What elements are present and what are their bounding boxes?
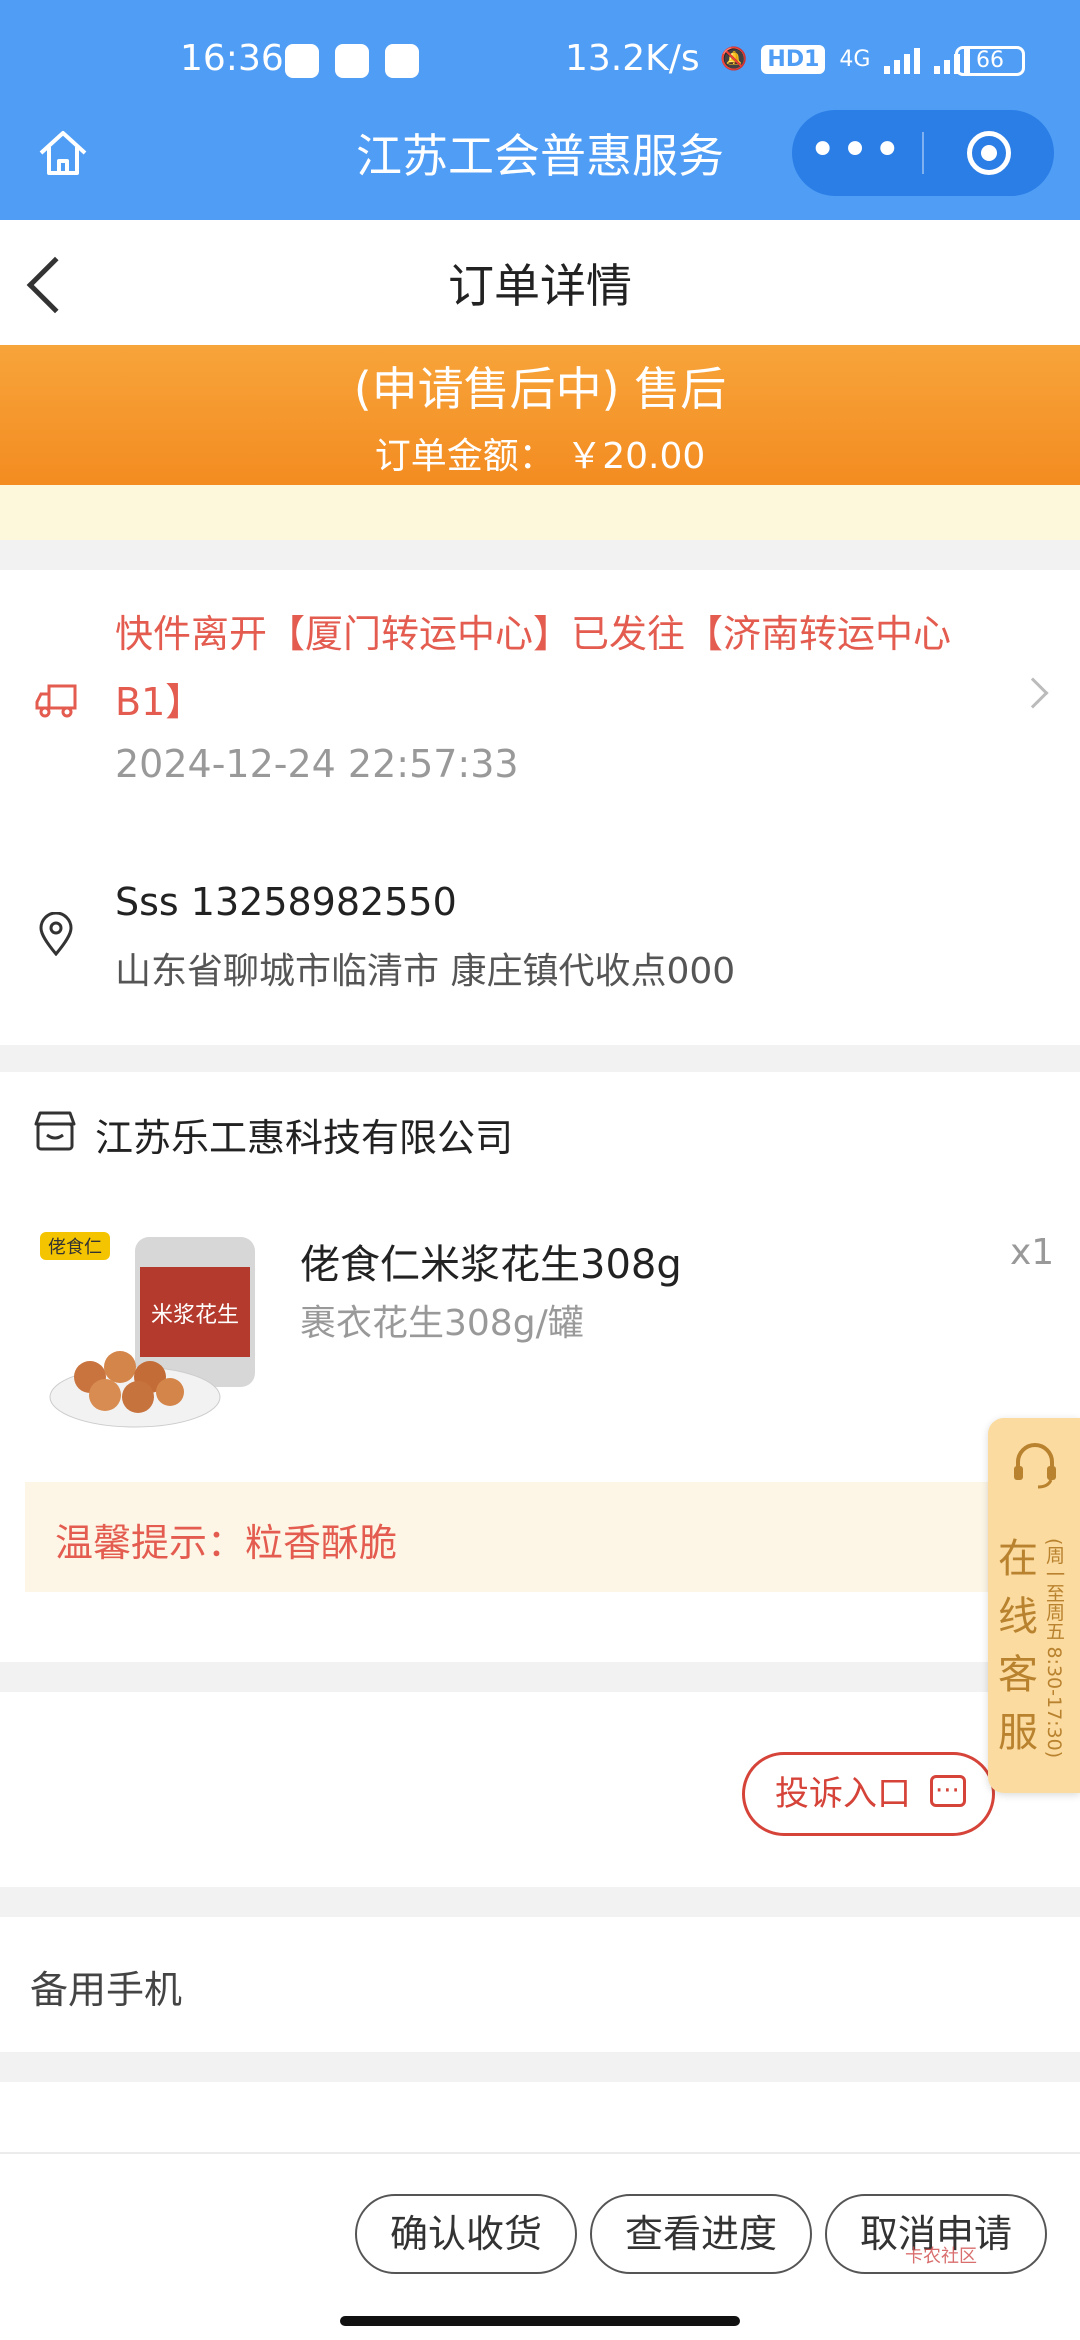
logistics-latest: 快件离开【厦门转运中心】已发往【济南转运中心B1】 bbox=[115, 612, 952, 724]
mini-program-top-bar: 16:36 13.2K/s 🔕 HD1 4G 66 江苏工会普惠服务 ••• bbox=[0, 0, 1080, 220]
banner-notice-strip bbox=[0, 485, 1080, 540]
online-service-hours: (周一至周五 8:30-17:30) bbox=[1043, 1538, 1065, 1759]
complain-card: 投诉入口 bbox=[0, 1692, 1080, 1887]
shop-card: 江苏乐工惠科技有限公司 米浆花生 佬食仁 佬食仁米浆花生308g 裹衣花生308… bbox=[0, 1072, 1080, 1662]
page-header: 订单详情 bbox=[0, 220, 1080, 345]
online-service-tab[interactable]: 在线客服 (周一至周五 8:30-17:30) bbox=[988, 1418, 1080, 1793]
truck-icon bbox=[35, 684, 77, 718]
close-mini-program-button[interactable] bbox=[967, 131, 1011, 175]
order-status-text: (申请售后中) 售后 bbox=[353, 362, 727, 416]
complain-label: 投诉入口 bbox=[775, 1774, 911, 1814]
page-title: 订单详情 bbox=[448, 259, 632, 313]
location-pin-icon bbox=[39, 912, 73, 956]
status-bar: 16:36 13.2K/s 🔕 HD1 4G 66 bbox=[0, 38, 1080, 88]
recipient-name-phone: Sss 13258982550 bbox=[115, 880, 457, 924]
product-spec: 裹衣花生308g/罐 bbox=[300, 1303, 584, 1344]
backup-phone-label: 备用手机 bbox=[30, 1968, 183, 2012]
message-icon bbox=[930, 1752, 966, 1830]
blank-section bbox=[0, 2082, 1080, 2152]
signal-type: 4G bbox=[839, 46, 871, 72]
mute-icon: 🔕 bbox=[720, 46, 748, 72]
headset-icon bbox=[1014, 1443, 1056, 1489]
watermark: 卡农社区 bbox=[905, 2246, 977, 2267]
app-notification-icon bbox=[335, 44, 369, 78]
confirm-receipt-button[interactable]: 确认收货 bbox=[355, 2194, 577, 2274]
online-service-label: 在线客服 bbox=[998, 1536, 1038, 1756]
order-amount-label: 订单金额： bbox=[374, 436, 555, 477]
warm-tip-box: 温馨提示：粒香酥脆 bbox=[25, 1482, 1025, 1592]
shop-icon bbox=[34, 1111, 76, 1151]
logistics-card[interactable]: 快件离开【厦门转运中心】已发往【济南转运中心B1】 2024-12-24 22:… bbox=[0, 570, 1080, 1045]
app-notification-icon bbox=[285, 44, 319, 78]
network-speed: 13.2K/s bbox=[565, 38, 700, 79]
mini-program-capsule: ••• bbox=[792, 110, 1054, 196]
order-amount: 订单金额： ￥20.00 bbox=[0, 427, 1080, 479]
logistics-time: 2024-12-24 22:57:33 bbox=[115, 742, 519, 786]
order-amount-value: ￥20.00 bbox=[566, 436, 706, 477]
product-quantity: x1 bbox=[1010, 1232, 1055, 1273]
more-menu-button[interactable]: ••• bbox=[792, 110, 922, 196]
order-status-banner: (申请售后中) 售后 订单金额： ￥20.00 bbox=[0, 345, 1080, 485]
complain-button[interactable]: 投诉入口 bbox=[742, 1752, 995, 1836]
home-indicator[interactable] bbox=[340, 2316, 740, 2326]
warm-tip-text: 温馨提示：粒香酥脆 bbox=[55, 1521, 398, 1565]
status-time: 16:36 bbox=[180, 38, 284, 79]
app-notification-icon bbox=[385, 44, 419, 78]
status-right-icons: 🔕 HD1 4G bbox=[720, 44, 971, 74]
product-image[interactable]: 米浆花生 佬食仁 bbox=[40, 1227, 270, 1437]
signal-icon bbox=[884, 44, 921, 74]
recipient-address: 山东省聊城市临清市 康庄镇代收点000 bbox=[115, 951, 736, 992]
capsule-divider bbox=[922, 132, 924, 174]
hd-badge: HD1 bbox=[761, 44, 826, 74]
view-progress-button[interactable]: 查看进度 bbox=[590, 2194, 812, 2274]
bottom-action-bar: 确认收货 查看进度 取消申请 卡农社区 bbox=[0, 2152, 1080, 2340]
chevron-right-icon[interactable] bbox=[1017, 677, 1049, 709]
notification-icons bbox=[285, 44, 419, 78]
shop-name: 江苏乐工惠科技有限公司 bbox=[95, 1116, 514, 1160]
product-image-brand: 佬食仁 bbox=[48, 1237, 102, 1258]
battery-icon: 66 bbox=[955, 46, 1025, 76]
backup-phone-row[interactable]: 备用手机 bbox=[0, 1917, 1080, 2052]
product-name[interactable]: 佬食仁米浆花生308g bbox=[300, 1232, 682, 1290]
product-image-label: 米浆花生 bbox=[151, 1303, 239, 1328]
